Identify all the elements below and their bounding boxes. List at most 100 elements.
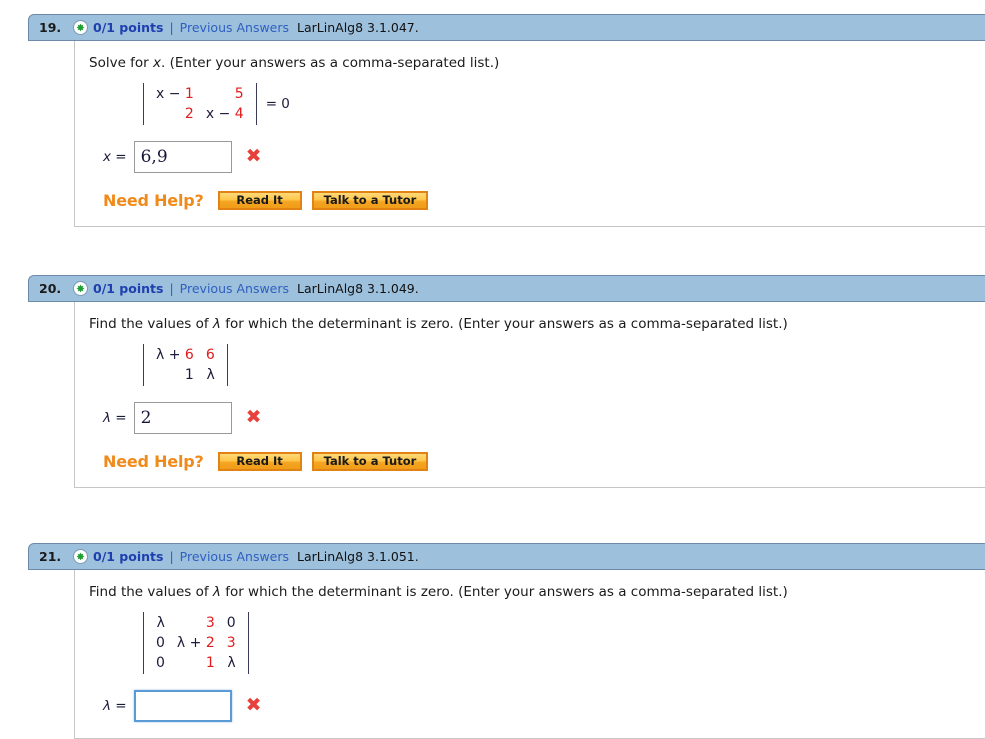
question-suffix: . (Enter your answers as a comma-separat… <box>161 55 500 71</box>
matrix-cell-part: 6 <box>184 346 194 363</box>
question-variable: λ <box>212 584 221 600</box>
matrix-cell: 0 <box>150 653 171 673</box>
header-separator: | <box>169 20 174 35</box>
points-label: 0/1 points <box>93 281 164 296</box>
determinant-bar-right <box>226 343 228 386</box>
answer-row: λ = ✖ <box>103 401 985 434</box>
problem-block: 20. 0/1 points | Previous Answers LarLinAlg8… <box>28 275 985 488</box>
matrix-cell-part: x − <box>156 85 185 102</box>
question-prefix: Solve for <box>89 55 154 71</box>
points-label: 0/1 points <box>93 549 164 564</box>
question-suffix: for which the determinant is zero. (Ente… <box>220 584 788 600</box>
problem-number: 19. <box>39 20 62 35</box>
matrix-cell-part: 2 <box>184 105 194 122</box>
determinant-matrix: x − 1 5 2 x − 4 <box>143 82 257 125</box>
matrix-cell-part: λ <box>206 366 215 383</box>
matrix-cell: 3 <box>221 633 242 653</box>
matrix-grid: λ300λ + 2301λ <box>144 612 248 674</box>
determinant: x − 1 5 2 x − 4 = 0 <box>143 82 985 125</box>
matrix-cell-part: 3 <box>205 614 215 631</box>
problem-header: 19. 0/1 points | Previous Answers LarLinAlg8… <box>28 14 985 41</box>
matrix-cell: 3 <box>171 613 221 633</box>
problem-body: Find the values of λ for which the deter… <box>74 570 985 739</box>
x-mark-icon: ✖ <box>245 406 262 429</box>
matrix-cell: λ + 2 <box>171 633 221 653</box>
previous-answers-link[interactable]: Previous Answers <box>180 281 289 296</box>
need-help-section: Need Help? Read It Talk to a Tutor <box>103 451 985 471</box>
answer-input[interactable] <box>133 689 232 722</box>
answer-label: x = <box>103 148 127 165</box>
problem-code: LarLinAlg8 3.1.049. <box>297 281 419 296</box>
matrix-cell: λ <box>200 365 221 385</box>
problem-block: 21. 0/1 points | Previous Answers LarLinAlg8… <box>28 543 985 739</box>
problem-number: 21. <box>39 549 62 564</box>
matrix-cell-part: 0 <box>156 634 165 651</box>
matrix-cell-part: x − <box>205 105 235 122</box>
previous-answers-link[interactable]: Previous Answers <box>180 549 289 564</box>
plus-circle-icon[interactable] <box>73 281 88 296</box>
talk-to-tutor-button[interactable]: Talk to a Tutor <box>311 190 429 210</box>
previous-answers-link[interactable]: Previous Answers <box>180 20 289 35</box>
determinant-equals: = 0 <box>265 95 290 112</box>
matrix-grid: λ + 661λ <box>144 344 227 386</box>
question-variable: x <box>153 55 162 71</box>
question-text: Solve for x. (Enter your answers as a co… <box>89 55 985 73</box>
problem-header: 21. 0/1 points | Previous Answers LarLinAlg8… <box>28 543 985 570</box>
matrix-cell: 2 <box>150 104 200 124</box>
matrix-grid: x − 1 5 2 x − 4 <box>144 83 256 125</box>
header-separator: | <box>169 549 174 564</box>
matrix-cell: x − 1 <box>150 84 200 104</box>
matrix-cell: 0 <box>221 613 242 633</box>
matrix-cell-part: 5 <box>234 85 244 102</box>
problem-code: LarLinAlg8 3.1.051. <box>297 549 419 564</box>
matrix-cell: λ <box>150 613 171 633</box>
need-help-label: Need Help? <box>103 451 204 471</box>
matrix-cell-part: 6 <box>205 346 215 363</box>
problem-block: 19. 0/1 points | Previous Answers LarLinAlg8… <box>28 14 985 227</box>
matrix-cell-part: 4 <box>234 105 244 122</box>
matrix-cell-part: λ <box>156 614 165 631</box>
determinant-matrix: λ300λ + 2301λ <box>143 611 249 674</box>
problem-number: 20. <box>39 281 62 296</box>
matrix-cell-part: 0 <box>156 654 165 671</box>
determinant: λ300λ + 2301λ <box>143 611 985 674</box>
need-help-section: Need Help? Read It Talk to a Tutor <box>103 190 985 210</box>
question-suffix: for which the determinant is zero. (Ente… <box>220 316 788 332</box>
matrix-cell-part: 3 <box>226 634 236 651</box>
header-separator: | <box>169 281 174 296</box>
determinant-matrix: λ + 661λ <box>143 343 228 386</box>
matrix-cell-part: λ <box>227 654 236 671</box>
matrix-cell-part: 1 <box>184 366 194 383</box>
matrix-cell-part: λ + <box>176 634 206 651</box>
answer-label: λ = <box>103 697 127 714</box>
answer-input[interactable] <box>133 401 232 434</box>
determinant-bar-right <box>247 611 249 674</box>
question-prefix: Find the values of <box>89 584 213 600</box>
answer-row: λ = ✖ <box>103 689 985 722</box>
matrix-cell-part: 1 <box>184 85 194 102</box>
matrix-cell: x − 4 <box>200 104 250 124</box>
x-mark-icon: ✖ <box>245 145 262 168</box>
problem-code: LarLinAlg8 3.1.047. <box>297 20 419 35</box>
matrix-cell: 6 <box>200 345 221 365</box>
plus-circle-icon[interactable] <box>73 20 88 35</box>
matrix-cell: λ + 6 <box>150 345 200 365</box>
plus-circle-icon[interactable] <box>73 549 88 564</box>
x-mark-icon: ✖ <box>245 694 262 717</box>
question-variable: λ <box>212 316 221 332</box>
determinant-bar-right <box>255 82 257 125</box>
question-text: Find the values of λ for which the deter… <box>89 584 985 602</box>
matrix-cell: 1 <box>150 365 200 385</box>
question-text: Find the values of λ for which the deter… <box>89 316 985 334</box>
read-it-button[interactable]: Read It <box>217 451 302 471</box>
answer-input[interactable] <box>133 140 232 173</box>
read-it-button[interactable]: Read It <box>217 190 302 210</box>
determinant: λ + 661λ <box>143 343 985 386</box>
talk-to-tutor-button[interactable]: Talk to a Tutor <box>311 451 429 471</box>
problem-body: Find the values of λ for which the deter… <box>74 302 985 488</box>
answer-row: x = ✖ <box>103 140 985 173</box>
matrix-cell-part: 2 <box>205 634 215 651</box>
matrix-cell: 5 <box>200 84 250 104</box>
matrix-cell-part: λ + <box>156 346 185 363</box>
question-prefix: Find the values of <box>89 316 213 332</box>
